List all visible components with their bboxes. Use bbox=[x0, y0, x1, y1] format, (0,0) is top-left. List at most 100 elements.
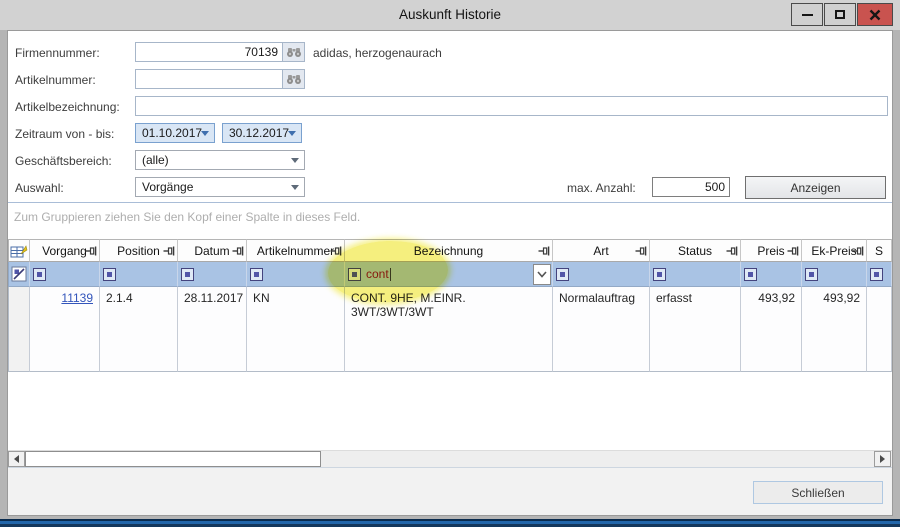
titlebar[interactable]: Auskunft Historie bbox=[0, 0, 900, 30]
filter-cell-artikelnummer[interactable] bbox=[247, 262, 345, 287]
auswahl-select[interactable]: Vorgänge bbox=[135, 177, 305, 197]
firmennummer-lookup-button[interactable] bbox=[283, 42, 305, 62]
pin-icon[interactable] bbox=[787, 245, 799, 257]
column-header-preis[interactable]: Preis bbox=[741, 239, 802, 262]
pin-icon[interactable] bbox=[330, 245, 342, 257]
group-by-icon bbox=[10, 243, 28, 259]
column-header-status[interactable]: Status bbox=[650, 239, 741, 262]
maximize-button[interactable] bbox=[824, 3, 856, 26]
column-header-s[interactable]: S bbox=[867, 239, 892, 262]
clear-filter-icon bbox=[11, 266, 27, 282]
cell-s bbox=[867, 287, 892, 372]
artikelnummer-input[interactable] bbox=[135, 69, 283, 89]
pin-icon[interactable] bbox=[726, 245, 738, 257]
geschaeftsbereich-label: Geschäftsbereich: bbox=[15, 154, 112, 168]
filter-icon[interactable] bbox=[805, 268, 818, 281]
grid-filter-row: cont bbox=[8, 262, 892, 287]
filter-icon[interactable] bbox=[103, 268, 116, 281]
column-header-vorgang[interactable]: Vorgang bbox=[30, 239, 100, 262]
scrollbar-thumb[interactable] bbox=[25, 451, 321, 467]
filter-icon[interactable] bbox=[870, 268, 883, 281]
filter-cell-ek-preis[interactable] bbox=[802, 262, 867, 287]
filter-cell-bezeichnung[interactable]: cont bbox=[345, 262, 553, 287]
filter-icon[interactable] bbox=[250, 268, 263, 281]
binoculars-icon bbox=[286, 47, 302, 58]
cell-bezeichnung: CONT. 9HE, M.EINR. 3WT/3WT/3WT bbox=[345, 287, 553, 372]
artikelbezeichnung-label: Artikelbezeichnung: bbox=[15, 100, 120, 114]
column-header-position[interactable]: Position bbox=[100, 239, 178, 262]
max-anzahl-input[interactable] bbox=[652, 177, 730, 197]
chevron-down-icon bbox=[288, 131, 296, 136]
grid-corner-button[interactable] bbox=[8, 239, 30, 262]
row-indicator-cell bbox=[8, 287, 30, 372]
table-row[interactable]: 11139 2.1.4 28.11.2017 KN CONT. 9HE, M.E… bbox=[8, 287, 892, 372]
firmennummer-input[interactable] bbox=[135, 42, 283, 62]
filter-icon[interactable] bbox=[744, 268, 757, 281]
bezeichnung-filter-query[interactable]: cont bbox=[366, 267, 389, 281]
minimize-icon bbox=[802, 14, 813, 16]
geschaeftsbereich-value: (alle) bbox=[142, 153, 169, 167]
filter-icon[interactable] bbox=[181, 268, 194, 281]
horizontal-scrollbar[interactable] bbox=[8, 450, 892, 467]
arrow-left-icon bbox=[14, 455, 19, 463]
zeitraum-bis-value: 30.12.2017 bbox=[229, 126, 289, 140]
firmennummer-label: Firmennummer: bbox=[15, 46, 100, 60]
artikelnummer-label: Artikelnummer: bbox=[15, 73, 96, 87]
pin-icon[interactable] bbox=[852, 245, 864, 257]
chevron-down-icon bbox=[201, 131, 209, 136]
zeitraum-label: Zeitraum von - bis: bbox=[15, 127, 114, 141]
column-header-datum[interactable]: Datum bbox=[178, 239, 247, 262]
filter-cell-position[interactable] bbox=[100, 262, 178, 287]
dialog-auskunft-historie: Auskunft Historie Firmennummer: adidas, … bbox=[0, 0, 900, 527]
filter-cell-art[interactable] bbox=[553, 262, 650, 287]
minimize-button[interactable] bbox=[791, 3, 823, 26]
geschaeftsbereich-select[interactable]: (alle) bbox=[135, 150, 305, 170]
text-cursor bbox=[390, 268, 391, 281]
column-header-ek-preis[interactable]: Ek-Preis bbox=[802, 239, 867, 262]
cell-art: Normalauftrag bbox=[553, 287, 650, 372]
window-title: Auskunft Historie bbox=[0, 7, 900, 22]
auswahl-value: Vorgänge bbox=[142, 180, 193, 194]
pin-icon[interactable] bbox=[635, 245, 647, 257]
filter-cell-vorgang[interactable] bbox=[30, 262, 100, 287]
filter-icon[interactable] bbox=[348, 268, 361, 281]
close-button[interactable] bbox=[857, 3, 893, 26]
close-icon bbox=[869, 9, 881, 21]
group-by-hint: Zum Gruppieren ziehen Sie den Kopf einer… bbox=[14, 210, 360, 224]
filter-icon[interactable] bbox=[653, 268, 666, 281]
grid-header-row: Vorgang Position Datum bbox=[8, 239, 892, 262]
column-header-bezeichnung[interactable]: Bezeichnung bbox=[345, 239, 553, 262]
schliessen-button[interactable]: Schließen bbox=[753, 481, 883, 504]
filter-cell-preis[interactable] bbox=[741, 262, 802, 287]
zeitraum-von-select[interactable]: 01.10.2017 bbox=[135, 123, 215, 143]
results-grid: Vorgang Position Datum bbox=[8, 239, 892, 372]
filter-icon[interactable] bbox=[33, 268, 46, 281]
pin-icon[interactable] bbox=[163, 245, 175, 257]
anzeigen-button[interactable]: Anzeigen bbox=[745, 176, 886, 199]
bezeichnung-filter-dropdown-button[interactable] bbox=[533, 264, 551, 285]
cell-vorgang: 11139 bbox=[30, 287, 100, 372]
filter-cell-datum[interactable] bbox=[178, 262, 247, 287]
vorgang-link[interactable]: 11139 bbox=[61, 291, 93, 305]
cell-position: 2.1.4 bbox=[100, 287, 178, 372]
column-header-artikelnummer[interactable]: Artikelnummer bbox=[247, 239, 345, 262]
scroll-right-button[interactable] bbox=[874, 451, 891, 467]
pin-icon[interactable] bbox=[85, 245, 97, 257]
scroll-left-button[interactable] bbox=[8, 451, 25, 467]
artikelbezeichnung-input[interactable] bbox=[135, 96, 888, 116]
cell-status: erfasst bbox=[650, 287, 741, 372]
filter-cell-status[interactable] bbox=[650, 262, 741, 287]
zeitraum-bis-select[interactable]: 30.12.2017 bbox=[222, 123, 302, 143]
filter-cell-s[interactable] bbox=[867, 262, 892, 287]
filter-icon[interactable] bbox=[556, 268, 569, 281]
chevron-down-icon bbox=[291, 158, 299, 163]
cell-artikelnummer: KN bbox=[247, 287, 345, 372]
clear-filter-button[interactable] bbox=[8, 262, 30, 287]
pin-icon[interactable] bbox=[232, 245, 244, 257]
cell-preis: 493,92 bbox=[741, 287, 802, 372]
pin-icon[interactable] bbox=[538, 245, 550, 257]
auswahl-label: Auswahl: bbox=[15, 181, 64, 195]
column-header-art[interactable]: Art bbox=[553, 239, 650, 262]
cell-ek-preis: 493,92 bbox=[802, 287, 867, 372]
artikelnummer-lookup-button[interactable] bbox=[283, 69, 305, 89]
